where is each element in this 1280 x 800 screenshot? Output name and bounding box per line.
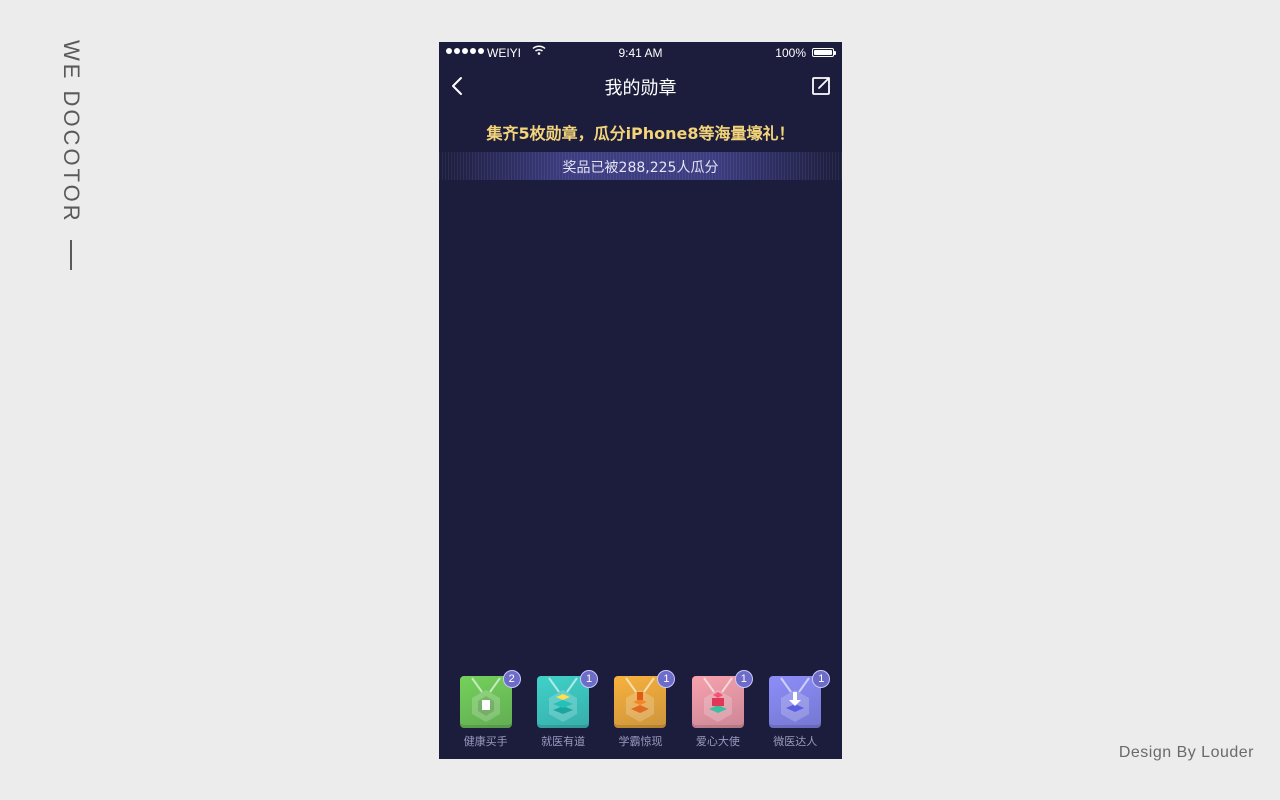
status-bar: WEIYI 9:41 AM 100% [439,42,842,64]
badge-label: 健康买手 [463,735,508,748]
badge-tile[interactable]: 2 [459,670,521,728]
page-title: 我的勋章 [604,78,677,99]
promo-headline: 集齐5枚勋章，瓜分iPhone8等海量壕礼！ [486,124,795,143]
phone-screen: WEIYI 9:41 AM 100% 我的勋章 集齐5枚勋章，瓜分iPhone8… [439,42,842,759]
designer-credit: Design By Louder [1118,744,1254,761]
share-icon[interactable] [810,75,832,97]
badge-item[interactable]: 1 学霸惊现 [609,670,676,749]
participants-text: 奖品已被288,225人瓜分 [562,160,719,176]
badge-item[interactable]: 1 就医有道 [532,670,599,749]
side-title: WE DOCOTOR [59,40,84,224]
badge-label: 学霸惊现 [618,735,663,748]
battery-percent: 100% [775,46,806,60]
badge-tile[interactable]: 1 [614,670,676,728]
badge-label: 微医达人 [773,735,818,748]
badge-count: 1 [734,670,753,688]
badge-bar: 2 健康买手 1 就医有道 1 学霸惊现 1 爱心大使 1 微医达人 [439,670,842,749]
battery-icon [812,48,836,57]
badge-item[interactable]: 1 微医达人 [764,670,831,749]
badge-count: 2 [502,670,521,688]
participants-banner: 奖品已被288,225人瓜分 [439,152,842,180]
badge-count: 1 [657,670,676,688]
badge-count: 1 [580,670,599,688]
badge-tile[interactable]: 1 [769,670,831,728]
nav-bar: 我的勋章 [439,64,842,108]
side-divider [70,240,72,270]
badge-label: 就医有道 [541,735,586,748]
badge-label: 爱心大使 [695,735,740,748]
badge-tile[interactable]: 1 [691,670,753,728]
badge-count: 1 [812,670,831,688]
badge-tile[interactable]: 1 [537,670,599,728]
badge-item[interactable]: 2 健康买手 [455,670,521,749]
badge-item[interactable]: 1 爱心大使 [687,670,753,749]
